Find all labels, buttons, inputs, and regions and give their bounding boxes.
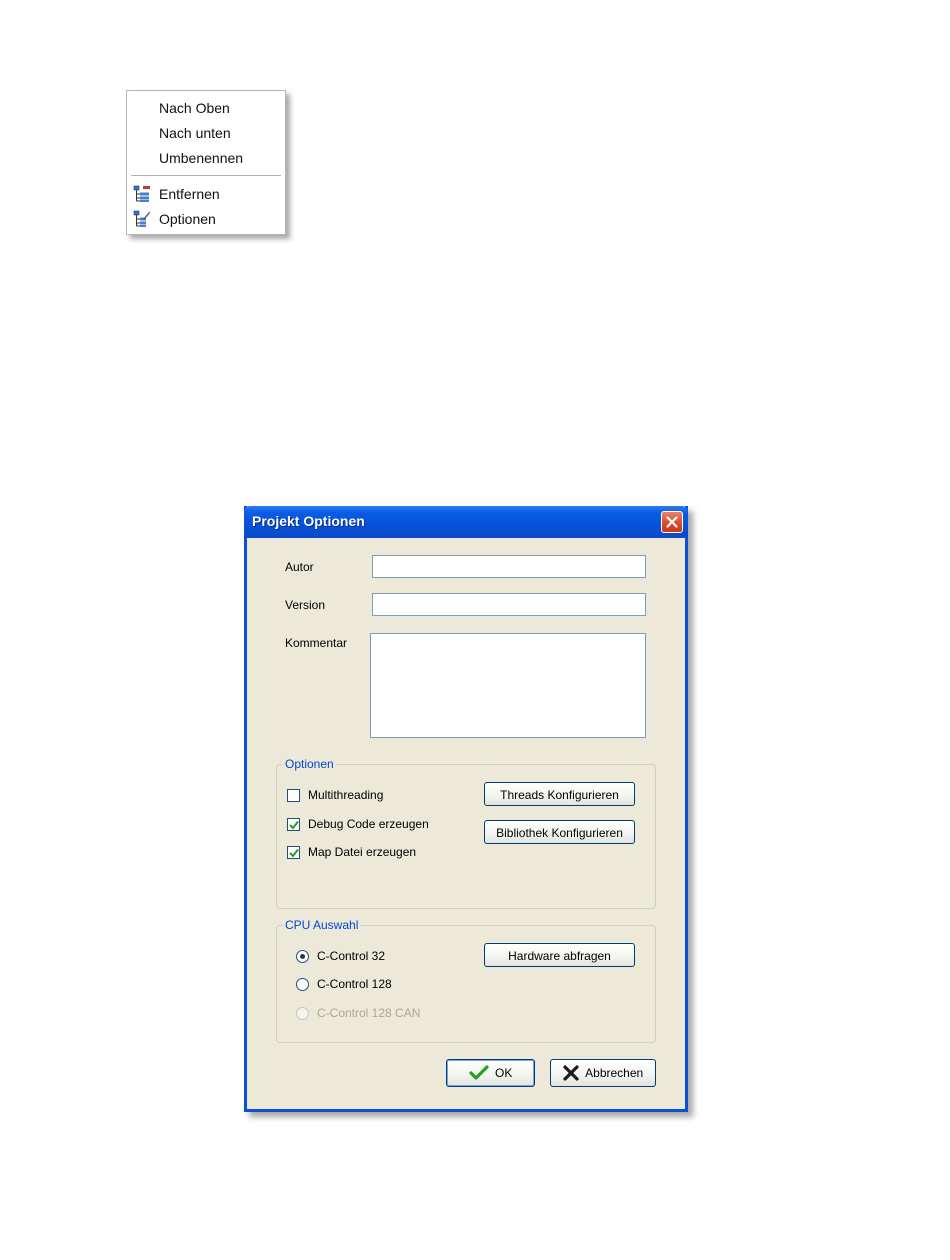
cc128can-radio [296, 1007, 309, 1020]
optionen-group-legend: Optionen [283, 757, 336, 771]
context-menu: Nach Oben Nach unten Umbenennen Entferne… [126, 90, 286, 235]
cc32-label: C-Control 32 [317, 949, 386, 963]
checkmark-icon [469, 1065, 489, 1080]
menu-item-optionen[interactable]: Optionen [127, 207, 285, 231]
checkmark-icon [289, 848, 299, 858]
menu-item-label: Nach Oben [159, 100, 230, 116]
cc32-radio[interactable] [296, 950, 309, 963]
dialog-title: Projekt Optionen [252, 513, 365, 529]
kommentar-textarea[interactable] [370, 633, 646, 738]
multithreading-checkbox[interactable] [287, 789, 300, 802]
bibliothek-konfigurieren-label: Bibliothek Konfigurieren [496, 825, 623, 840]
menu-item-nach-unten[interactable]: Nach unten [127, 121, 285, 145]
cpu-auswahl-group: CPU Auswahl C-Control 32 C-Control 128 C… [276, 918, 656, 1043]
hardware-abfragen-label: Hardware abfragen [508, 948, 611, 963]
menu-item-umbenennen[interactable]: Umbenennen [127, 146, 285, 170]
version-label: Version [285, 598, 326, 612]
close-icon [666, 516, 678, 528]
kommentar-label: Kommentar [285, 636, 348, 650]
menu-separator [131, 175, 281, 177]
threads-konfigurieren-label: Threads Konfigurieren [500, 787, 619, 802]
cc128-label: C-Control 128 [317, 977, 392, 991]
debug-code-checkbox[interactable] [287, 818, 300, 831]
radio-selected-dot [300, 954, 305, 959]
close-button[interactable] [661, 511, 683, 533]
ok-label: OK [495, 1066, 513, 1080]
map-datei-label: Map Datei erzeugen [308, 845, 417, 859]
cc128can-label: C-Control 128 CAN [317, 1006, 421, 1020]
cc128-radio[interactable] [296, 978, 309, 991]
map-datei-checkbox[interactable] [287, 846, 300, 859]
abbrechen-label: Abbrechen [585, 1066, 644, 1080]
projekt-optionen-dialog: Projekt Optionen Autor Version Kommentar… [244, 506, 688, 1112]
bibliothek-konfigurieren-button[interactable]: Bibliothek Konfigurieren [484, 820, 635, 844]
tree-options-icon [133, 210, 151, 228]
abbrechen-button[interactable]: Abbrechen [550, 1059, 656, 1087]
autor-label: Autor [285, 560, 314, 574]
threads-konfigurieren-button[interactable]: Threads Konfigurieren [484, 782, 635, 806]
version-input[interactable] [372, 593, 646, 616]
menu-item-label: Entfernen [159, 186, 220, 202]
tree-remove-icon [133, 185, 151, 203]
ok-button[interactable]: OK [446, 1059, 535, 1087]
menu-item-entfernen[interactable]: Entfernen [127, 182, 285, 206]
cpu-auswahl-group-legend: CPU Auswahl [283, 918, 361, 932]
optionen-group: Optionen Multithreading Debug Code erzeu… [276, 757, 656, 909]
multithreading-label: Multithreading [308, 788, 384, 802]
title-bar[interactable]: Projekt Optionen [244, 506, 688, 538]
menu-item-label: Umbenennen [159, 150, 244, 166]
autor-input[interactable] [372, 555, 646, 578]
debug-code-label: Debug Code erzeugen [308, 817, 429, 831]
menu-item-label: Optionen [159, 211, 216, 227]
checkmark-icon [289, 820, 299, 830]
menu-item-nach-oben[interactable]: Nach Oben [127, 96, 285, 120]
cancel-x-icon [563, 1065, 579, 1081]
menu-item-label: Nach unten [159, 125, 231, 141]
hardware-abfragen-button[interactable]: Hardware abfragen [484, 943, 635, 967]
